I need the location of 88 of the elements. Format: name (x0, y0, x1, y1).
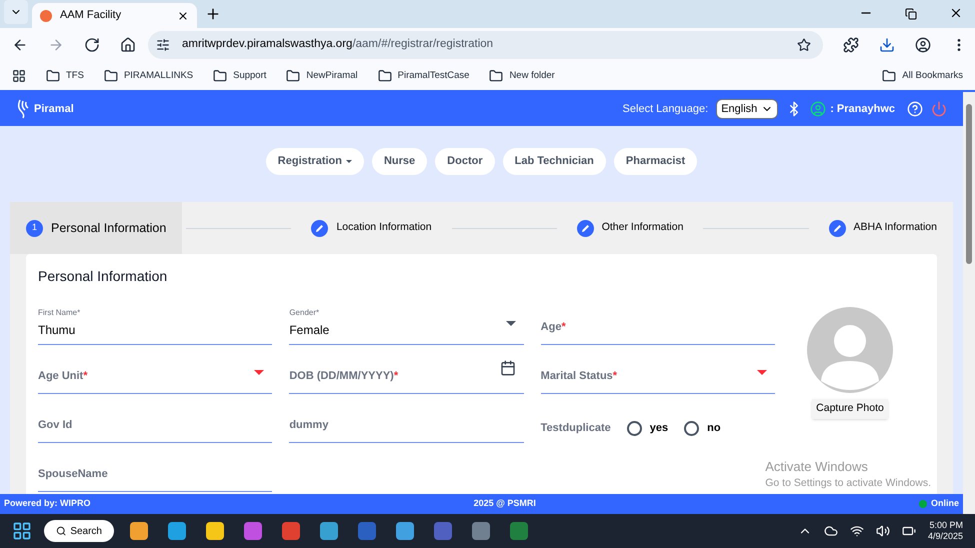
activation-notice-text: Go to Settings to activate Windows. (765, 476, 931, 492)
dropdown-arrow-icon (506, 321, 516, 326)
bookmark-item[interactable]: PIRAMALLINKS (124, 68, 194, 84)
stepper-step[interactable]: ABHA Information (812, 202, 953, 254)
date-field[interactable]: DOB (DD/MM/YYYY)* (289, 352, 524, 394)
nav-tab[interactable]: Nurse (372, 148, 428, 175)
folder-icon (46, 69, 60, 83)
download-icon[interactable] (879, 37, 895, 53)
form-title: Personal Information (38, 267, 168, 286)
clock-date: 4/9/2025 (928, 531, 963, 542)
taskbar-search[interactable]: Search (44, 520, 114, 542)
avatar-placeholder-icon (807, 307, 893, 393)
nav-tab[interactable]: Registration (266, 148, 364, 175)
dropdown-arrow-icon (254, 370, 264, 375)
folder-icon (286, 69, 300, 83)
logo: Piramal (16, 99, 74, 119)
close-window-icon[interactable] (949, 6, 963, 20)
clock-time: 5:00 PM (928, 520, 963, 531)
home-icon[interactable] (120, 37, 136, 53)
input-field[interactable]: Gov Id (38, 401, 272, 443)
folder-icon (882, 69, 896, 83)
field-label: Testduplicate (540, 420, 611, 436)
folder-icon (213, 69, 228, 83)
wifi-icon[interactable] (850, 524, 864, 538)
bookmark-star-icon[interactable] (797, 38, 811, 52)
nav-tab[interactable]: Lab Technician (502, 148, 606, 175)
pencil-icon (828, 220, 846, 236)
input-field[interactable]: Age* (540, 303, 775, 345)
profile-icon[interactable] (915, 37, 931, 53)
capture-photo-button[interactable]: Capture Photo (812, 399, 888, 419)
battery-icon[interactable] (902, 524, 916, 538)
apps-icon[interactable] (12, 69, 26, 83)
cloud-icon[interactable] (824, 524, 838, 538)
taskbar-app-icon[interactable] (396, 522, 414, 540)
start-icon[interactable] (12, 521, 32, 541)
user-name: : Pranayhwc (830, 102, 895, 117)
bookmark-item[interactable]: Support (233, 68, 266, 84)
address-bar[interactable]: amritwprdev.piramalswasthya.org/aam/#/registrar/registration (148, 31, 823, 59)
taskbar-app-icon[interactable] (168, 522, 186, 540)
taskbar-app-icon[interactable] (472, 522, 490, 540)
select-field[interactable]: Marital Status* (540, 352, 775, 394)
browser-tab[interactable]: AAM Facility (32, 3, 197, 28)
taskbar-app-icon[interactable] (206, 522, 224, 540)
language-label: Select Language: (622, 102, 708, 117)
taskbar-app-icon[interactable] (320, 522, 338, 540)
tab-favicon-icon (40, 10, 52, 22)
user-icon[interactable] (810, 101, 826, 117)
input-field[interactable]: First Name* Thumu (38, 303, 272, 345)
extensions-icon[interactable] (843, 37, 859, 53)
stepper-step[interactable]: Other Information (560, 202, 700, 254)
pencil-icon (576, 220, 594, 236)
bookmark-item[interactable]: PiramalTestCase (398, 68, 470, 84)
dropdown-arrow-icon (756, 370, 767, 375)
select-field[interactable]: Age Unit* (38, 352, 272, 394)
restore-icon[interactable] (905, 8, 917, 20)
online-status: Online (930, 497, 959, 510)
taskbar-app-icon[interactable] (130, 522, 148, 540)
stepper-step[interactable]: Location Information (295, 202, 448, 254)
bookmark-item[interactable]: NewPiramal (306, 68, 358, 84)
folder-icon (378, 69, 392, 83)
back-icon[interactable] (12, 37, 28, 53)
radio-option[interactable]: yes (626, 420, 668, 436)
pencil-icon (311, 220, 328, 236)
input-field[interactable]: dummy (289, 401, 524, 443)
bookmark-item[interactable]: TFS (66, 68, 84, 84)
calendar-icon[interactable] (500, 360, 516, 376)
folder-icon (489, 69, 504, 83)
radio-option[interactable]: no (684, 420, 721, 436)
nav-tab[interactable]: Doctor (435, 148, 495, 175)
site-settings-icon[interactable] (156, 38, 170, 52)
reload-icon[interactable] (84, 37, 100, 53)
folder-icon (104, 69, 118, 83)
nav-tab[interactable]: Pharmacist (614, 148, 698, 175)
volume-icon[interactable] (876, 524, 890, 538)
stepper-step[interactable]: 1 Personal Information (10, 202, 182, 254)
footer-text: Powered by: WIPRO (4, 497, 91, 510)
search-icon (56, 525, 66, 537)
all-bookmarks-item[interactable]: All Bookmarks (902, 68, 963, 84)
taskbar-app-icon[interactable] (244, 522, 262, 540)
input-field[interactable]: SpouseName (38, 450, 272, 492)
activation-notice-title: Activate Windows (765, 458, 869, 476)
bookmark-item[interactable]: New folder (509, 68, 555, 84)
select-field[interactable]: Gender* Female (289, 303, 524, 345)
language-select[interactable]: English (716, 99, 778, 119)
new-tab-icon[interactable] (205, 6, 221, 22)
close-tab-icon[interactable] (177, 10, 189, 22)
help-icon[interactable] (907, 101, 923, 117)
footer-text: 2025 @ PSMRI (474, 497, 536, 510)
